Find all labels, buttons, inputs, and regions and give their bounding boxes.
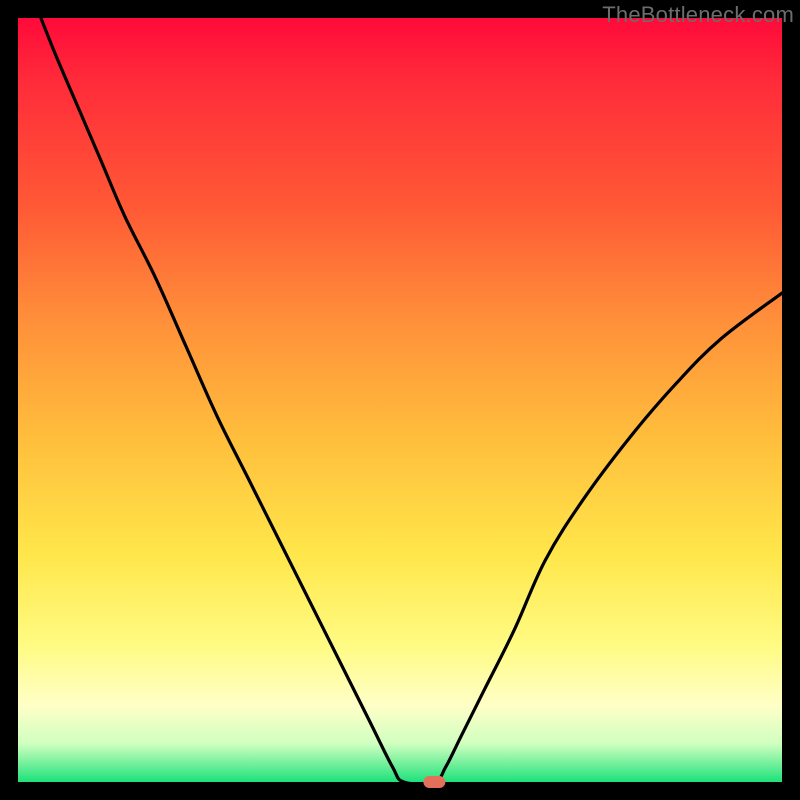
optimum-marker bbox=[423, 776, 445, 788]
watermark-text: TheBottleneck.com bbox=[602, 2, 794, 28]
chart-frame: TheBottleneck.com bbox=[0, 0, 800, 800]
curve-path bbox=[41, 18, 782, 784]
bottleneck-curve bbox=[18, 18, 782, 782]
plot-area bbox=[18, 18, 782, 782]
